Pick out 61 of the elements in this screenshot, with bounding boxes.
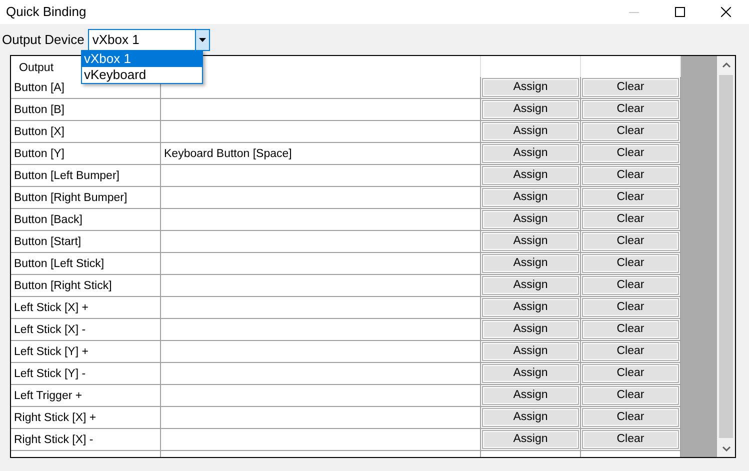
assign-button[interactable]: Assign (482, 298, 579, 317)
assign-button[interactable]: Assign (482, 188, 579, 207)
assign-button[interactable]: Assign (482, 254, 579, 273)
table-cell: Keyboard Button [Space] (161, 143, 481, 165)
clear-button[interactable]: Clear (582, 408, 679, 427)
clear-button[interactable]: Clear (582, 144, 679, 163)
scroll-up-icon[interactable] (722, 62, 731, 68)
table-cell: Button [Back] (11, 209, 161, 231)
table-cell: Right Stick [X] - (11, 429, 161, 451)
assign-button[interactable]: Assign (482, 342, 579, 361)
clear-button[interactable]: Clear (582, 342, 679, 361)
table-cell: Button [Start] (11, 231, 161, 253)
assign-button[interactable]: Assign (482, 144, 579, 163)
table-cell: Left Stick [X] + (11, 297, 161, 319)
assign-button[interactable]: Assign (482, 320, 579, 339)
assign-button[interactable]: Assign (482, 232, 579, 251)
assign-button[interactable]: Assign (482, 276, 579, 295)
clear-button[interactable]: Clear (582, 78, 679, 97)
table-cell: Button [Left Bumper] (11, 165, 161, 187)
clear-button[interactable]: Clear (582, 166, 679, 185)
assign-button[interactable]: Assign (482, 78, 579, 97)
assign-button[interactable]: Assign (482, 386, 579, 405)
clear-button[interactable]: Clear (582, 122, 679, 141)
clear-button[interactable]: Clear (582, 100, 679, 119)
table-cell: Left Trigger + (11, 385, 161, 407)
assign-button[interactable]: Assign (482, 210, 579, 229)
table-cell: Button [Left Stick] (11, 253, 161, 275)
clear-button[interactable]: Clear (582, 232, 679, 251)
clear-button[interactable]: Clear (582, 386, 679, 405)
assign-button[interactable]: Assign (482, 100, 579, 119)
assign-button[interactable]: Assign (482, 364, 579, 383)
clear-button[interactable]: Clear (582, 298, 679, 317)
field-label: Output Device (2, 30, 84, 49)
table-cell: Button [X] (11, 121, 161, 143)
assign-button[interactable]: Assign (482, 122, 579, 141)
assign-button[interactable]: Assign (482, 430, 579, 449)
table-cell: Button [Right Bumper] (11, 187, 161, 209)
clear-button[interactable]: Clear (582, 364, 679, 383)
table-cell: Button [B] (11, 99, 161, 121)
clear-button[interactable]: Clear (582, 430, 679, 449)
scrollbar[interactable] (717, 56, 735, 457)
dropdown-option[interactable]: vXbox 1 (82, 51, 202, 67)
clear-button[interactable]: Clear (582, 320, 679, 339)
close-icon (721, 7, 731, 17)
table-cell: Left Stick [Y] - (11, 363, 161, 385)
clear-button[interactable]: Clear (582, 254, 679, 273)
table-cell: Right Stick [X] + (11, 407, 161, 429)
scroll-down-icon[interactable] (722, 446, 731, 452)
assign-button[interactable]: Assign (482, 408, 579, 427)
table-cell: Button [Y] (11, 143, 161, 165)
table-cell: Button [Right Stick] (11, 275, 161, 297)
output-device-dropdown[interactable]: vXbox 1 (88, 28, 210, 50)
table-cell: Left Stick [X] - (11, 319, 161, 341)
maximize-icon (675, 7, 685, 17)
assign-button[interactable]: Assign (482, 166, 579, 185)
table-cell: Left Stick [Y] + (11, 341, 161, 363)
clear-button[interactable]: Clear (582, 276, 679, 295)
window-title: Quick Binding (5, 3, 88, 22)
clear-button[interactable]: Clear (582, 188, 679, 207)
clear-button[interactable]: Clear (582, 210, 679, 229)
dropdown-arrow-icon (199, 38, 206, 42)
